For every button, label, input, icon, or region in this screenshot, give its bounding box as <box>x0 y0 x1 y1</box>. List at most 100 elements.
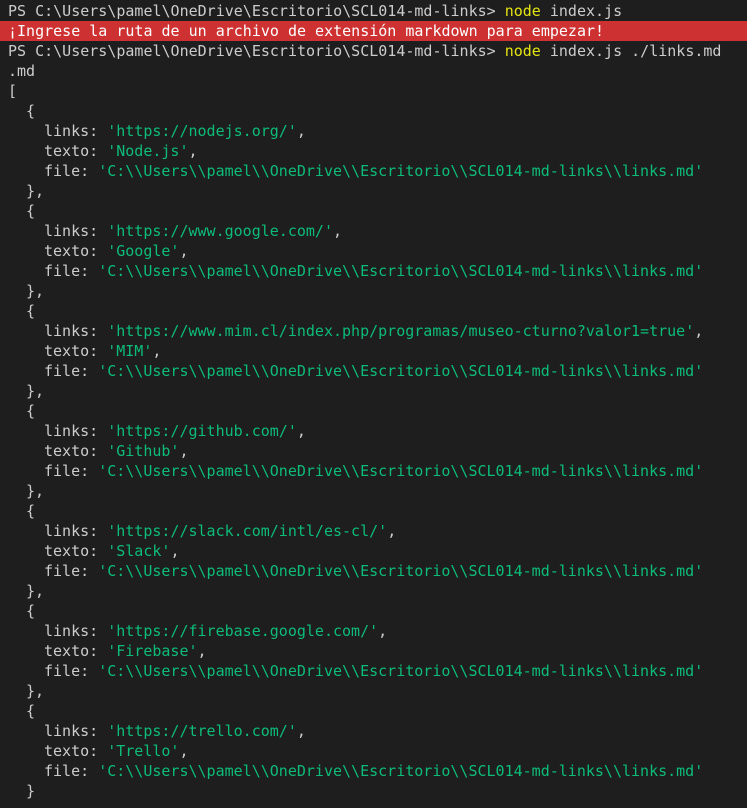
property-key: links: <box>44 422 108 440</box>
object-open-brace: { <box>26 602 36 620</box>
command-args: index.js ./links.md <box>540 42 722 60</box>
file-property: file: 'C:\\Users\\pamel\\OneDrive\\Escri… <box>8 461 747 481</box>
property-value: 'C:\\Users\\pamel\\OneDrive\\Escritorio\… <box>98 762 704 780</box>
property-key: texto: <box>44 342 108 360</box>
texto-property: texto: 'MIM', <box>8 341 747 361</box>
prompt-line: PS C:\Users\pamel\OneDrive\Escritorio\SC… <box>8 1 747 21</box>
texto-property: texto: 'Slack', <box>8 541 747 561</box>
comma: , <box>387 522 397 540</box>
property-value: 'MIM' <box>107 342 153 360</box>
object-open-brace: { <box>26 202 36 220</box>
comma: , <box>188 142 198 160</box>
links-property: links: 'https://firebase.google.com/', <box>8 621 747 641</box>
texto-property: texto: 'Firebase', <box>8 641 747 661</box>
property-key: links: <box>44 622 108 640</box>
comma: , <box>197 642 207 660</box>
comma: , <box>296 722 306 740</box>
comma: , <box>694 322 704 340</box>
property-key: file: <box>44 162 99 180</box>
texto-property: texto: 'Github', <box>8 441 747 461</box>
comma: , <box>152 342 162 360</box>
object-close-brace: }, <box>26 182 45 200</box>
property-value: 'C:\\Users\\pamel\\OneDrive\\Escritorio\… <box>98 562 704 580</box>
comma: , <box>179 242 189 260</box>
links-property: links: 'https://trello.com/', <box>8 721 747 741</box>
property-value: 'C:\\Users\\pamel\\OneDrive\\Escritorio\… <box>98 162 704 180</box>
texto-property: texto: 'Node.js', <box>8 141 747 161</box>
property-value: 'C:\\Users\\pamel\\OneDrive\\Escritorio\… <box>98 662 704 680</box>
file-property: file: 'C:\\Users\\pamel\\OneDrive\\Escri… <box>8 161 747 181</box>
links-property: links: 'https://nodejs.org/', <box>8 121 747 141</box>
file-property: file: 'C:\\Users\\pamel\\OneDrive\\Escri… <box>8 661 747 681</box>
comma: , <box>296 122 306 140</box>
property-key: links: <box>44 222 108 240</box>
object-close-brace: }, <box>26 382 45 400</box>
property-key: texto: <box>44 442 108 460</box>
error-message: ¡Ingrese la ruta de un archivo de extens… <box>0 21 747 41</box>
object-close-brace: } <box>26 782 36 800</box>
object-close-brace: }, <box>26 582 45 600</box>
property-value: 'https://www.google.com/' <box>107 222 333 240</box>
links-property: links: 'https://slack.com/intl/es-cl/', <box>8 521 747 541</box>
property-key: texto: <box>44 642 108 660</box>
property-value: 'Node.js' <box>107 142 189 160</box>
file-property: file: 'C:\\Users\\pamel\\OneDrive\\Escri… <box>8 261 747 281</box>
property-key: links: <box>44 322 108 340</box>
comma: , <box>296 422 306 440</box>
property-key: file: <box>44 562 99 580</box>
texto-property: texto: 'Trello', <box>8 741 747 761</box>
command-name: node <box>504 2 541 20</box>
property-value: 'https://firebase.google.com/' <box>107 622 379 640</box>
property-key: file: <box>44 462 99 480</box>
property-value: 'Github' <box>107 442 180 460</box>
property-key: file: <box>44 362 99 380</box>
property-value: 'Firebase' <box>107 642 198 660</box>
link-object-list: {links: 'https://nodejs.org/', texto: 'No… <box>8 101 747 801</box>
object-open-brace: { <box>26 502 36 520</box>
property-key: links: <box>44 122 108 140</box>
property-key: texto: <box>44 542 108 560</box>
property-key: texto: <box>44 242 108 260</box>
terminal-panel[interactable]: PS C:\Users\pamel\OneDrive\Escritorio\SC… <box>0 1 747 808</box>
object-open-brace: { <box>26 402 36 420</box>
file-property: file: 'C:\\Users\\pamel\\OneDrive\\Escri… <box>8 561 747 581</box>
property-value: 'C:\\Users\\pamel\\OneDrive\\Escritorio\… <box>98 462 704 480</box>
file-property: file: 'C:\\Users\\pamel\\OneDrive\\Escri… <box>8 761 747 781</box>
property-key: file: <box>44 662 99 680</box>
property-value: 'Trello' <box>107 742 180 760</box>
property-value: 'https://www.mim.cl/index.php/programas/… <box>107 322 695 340</box>
output-extension: .md <box>8 62 36 80</box>
property-value: 'Google' <box>107 242 180 260</box>
property-value: 'https://slack.com/intl/es-cl/' <box>107 522 388 540</box>
command-args: index.js <box>540 2 623 20</box>
property-value: 'https://nodejs.org/' <box>107 122 297 140</box>
property-value: 'C:\\Users\\pamel\\OneDrive\\Escritorio\… <box>98 362 704 380</box>
links-property: links: 'https://github.com/', <box>8 421 747 441</box>
property-value: 'https://github.com/' <box>107 422 297 440</box>
prompt-path: PS C:\Users\pamel\OneDrive\Escritorio\SC… <box>8 2 505 20</box>
comma: , <box>378 622 388 640</box>
prompt-line: PS C:\Users\pamel\OneDrive\Escritorio\SC… <box>8 41 747 61</box>
object-open-brace: { <box>26 102 36 120</box>
file-property: file: 'C:\\Users\\pamel\\OneDrive\\Escri… <box>8 361 747 381</box>
object-close-brace: }, <box>26 282 45 300</box>
object-close-brace: }, <box>26 682 45 700</box>
comma: , <box>179 442 189 460</box>
property-key: links: <box>44 722 108 740</box>
object-open-brace: { <box>26 302 36 320</box>
array-open-bracket: [ <box>8 82 18 100</box>
comma: , <box>333 222 343 240</box>
property-value: 'C:\\Users\\pamel\\OneDrive\\Escritorio\… <box>98 262 704 280</box>
links-property: links: 'https://www.mim.cl/index.php/pro… <box>8 321 747 341</box>
object-close-brace: }, <box>26 482 45 500</box>
property-key: file: <box>44 262 99 280</box>
command-name: node <box>504 42 541 60</box>
property-key: texto: <box>44 142 108 160</box>
comma: , <box>170 542 180 560</box>
property-key: links: <box>44 522 108 540</box>
texto-property: texto: 'Google', <box>8 241 747 261</box>
property-value: 'https://trello.com/' <box>107 722 297 740</box>
property-value: 'Slack' <box>107 542 171 560</box>
object-open-brace: { <box>26 702 36 720</box>
prompt-path: PS C:\Users\pamel\OneDrive\Escritorio\SC… <box>8 42 505 60</box>
